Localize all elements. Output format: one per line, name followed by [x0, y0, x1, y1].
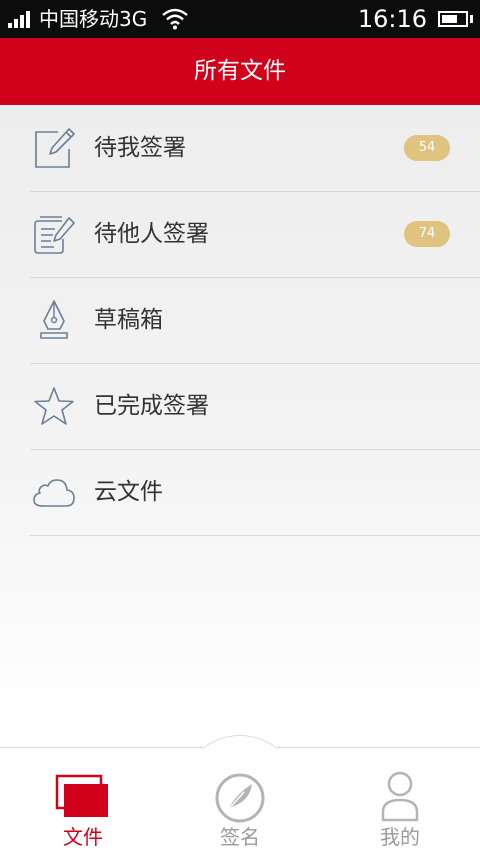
tab-label: 我的 — [380, 825, 420, 849]
status-bar: 中国移动3G 16:16 — [0, 0, 480, 38]
battery-tip — [470, 15, 473, 23]
menu-item-cloud-files[interactable]: 云文件 — [30, 450, 480, 536]
page-title: 所有文件 — [194, 58, 286, 84]
edit-document-icon — [32, 127, 76, 169]
count-badge: 54 — [404, 135, 450, 161]
fountain-pen-icon — [32, 299, 76, 341]
files-icon — [55, 774, 111, 824]
signal-icon — [8, 11, 32, 28]
user-icon — [380, 770, 420, 826]
bottom-tab-bar: 文件 签名 我的 — [0, 735, 480, 854]
battery-icon — [438, 11, 468, 27]
menu-item-completed[interactable]: 已完成签署 — [30, 364, 480, 450]
quill-sign-icon — [214, 772, 266, 828]
star-icon — [32, 385, 76, 427]
tab-label: 文件 — [63, 825, 103, 849]
menu-label: 已完成签署 — [94, 393, 209, 419]
cloud-icon — [32, 471, 76, 513]
menu-label: 云文件 — [94, 479, 163, 505]
tab-label: 签名 — [220, 825, 260, 849]
app-header: 所有文件 — [0, 38, 480, 105]
menu-item-drafts[interactable]: 草稿箱 — [30, 278, 480, 364]
carrier-name: 中国移动3G — [39, 7, 148, 31]
tab-profile[interactable]: 我的 — [340, 748, 460, 854]
status-time: 16:16 — [357, 5, 427, 33]
menu-label: 待他人签署 — [94, 221, 209, 247]
wifi-icon — [162, 8, 188, 30]
battery-level — [442, 15, 457, 23]
tab-sign[interactable]: 签名 — [180, 748, 300, 854]
menu-item-pending-others-signature[interactable]: 待他人签署 74 — [30, 192, 480, 278]
menu-label: 草稿箱 — [94, 307, 163, 333]
document-menu: 待我签署 54 待他人签署 74 草稿箱 已完成签署 云文件 — [0, 106, 480, 536]
count-badge: 74 — [404, 221, 450, 247]
menu-item-pending-my-signature[interactable]: 待我签署 54 — [30, 106, 480, 192]
document-list-pen-icon — [32, 213, 76, 255]
menu-label: 待我签署 — [94, 135, 186, 161]
tab-files[interactable]: 文件 — [23, 748, 143, 854]
